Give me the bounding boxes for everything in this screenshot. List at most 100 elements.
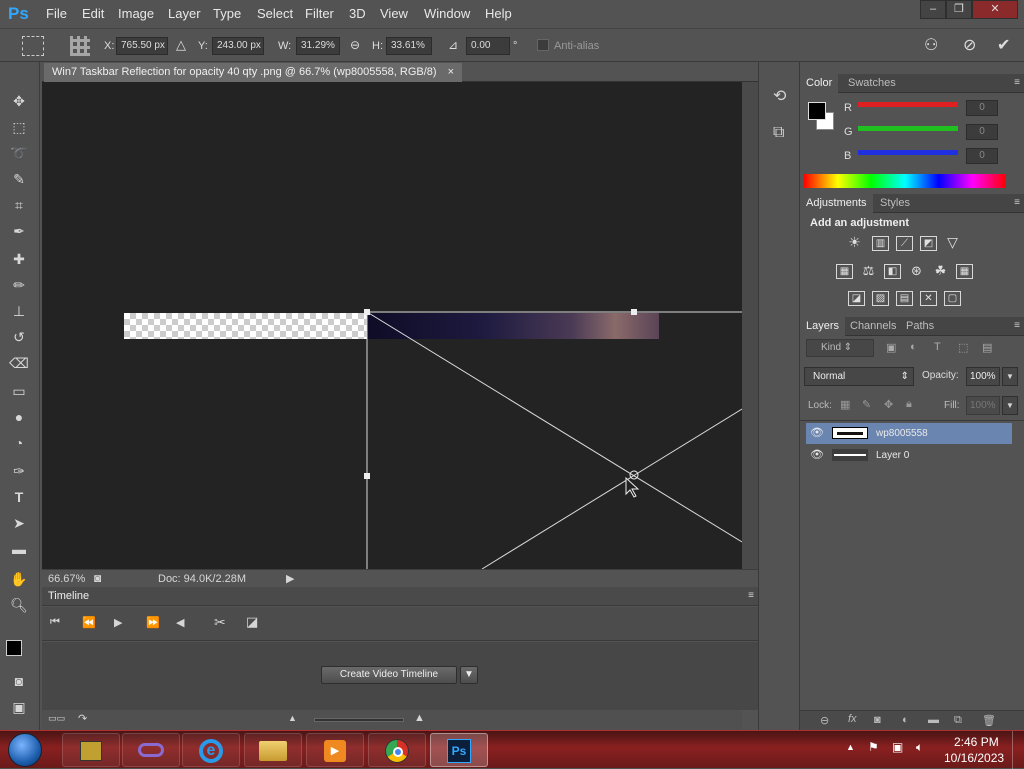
blur-tool-icon[interactable]: ● bbox=[8, 406, 30, 428]
zoom-in-timeline-icon[interactable]: ▲ bbox=[414, 712, 425, 724]
reference-point-icon[interactable] bbox=[70, 36, 90, 56]
gradient-tool-icon[interactable]: ▭ bbox=[8, 380, 30, 402]
convert-icon[interactable]: ↷ bbox=[78, 712, 87, 725]
clone-stamp-tool-icon[interactable]: ⊥ bbox=[8, 300, 30, 322]
opacity-field[interactable]: 100% bbox=[966, 367, 1000, 386]
layer-style-icon[interactable]: fx bbox=[848, 713, 857, 725]
filter-shape-icon[interactable]: ⬚ bbox=[958, 341, 968, 354]
next-frame-icon[interactable]: ⏩ bbox=[146, 616, 160, 629]
black-white-icon[interactable]: ◧ bbox=[884, 264, 901, 279]
menu-window[interactable]: Window bbox=[424, 6, 470, 21]
layer-filter-kind[interactable]: Kind ⇕ bbox=[806, 339, 874, 357]
g-slider[interactable] bbox=[858, 126, 958, 131]
transform-tool-icon[interactable] bbox=[22, 36, 44, 56]
menu-help[interactable]: Help bbox=[485, 6, 512, 21]
y-field[interactable]: 243.00 px bbox=[212, 37, 264, 55]
taskbar-chrome[interactable] bbox=[368, 733, 426, 767]
healing-brush-tool-icon[interactable]: ✚ bbox=[8, 248, 30, 270]
layer-row-layer-0[interactable]: 👁︎ Layer 0 bbox=[806, 445, 1012, 466]
new-layer-icon[interactable]: ⧉ bbox=[954, 714, 962, 727]
history-brush-tool-icon[interactable]: ↺ bbox=[8, 326, 30, 348]
action-center-icon[interactable]: ⚑ bbox=[868, 740, 879, 754]
x-field[interactable]: 765.50 px bbox=[116, 37, 168, 55]
taskbar-app-1[interactable] bbox=[62, 733, 120, 767]
lock-transparent-icon[interactable]: ▦ bbox=[840, 398, 850, 411]
screen-mode-icon[interactable]: ▣ bbox=[8, 696, 30, 718]
hue-saturation-icon[interactable]: ▦ bbox=[836, 264, 853, 279]
eyedropper-tool-icon[interactable]: ✒ bbox=[8, 220, 30, 242]
lock-pixels-icon[interactable]: ✎ bbox=[862, 398, 871, 411]
fill-field[interactable]: 100% bbox=[966, 396, 1000, 415]
canvas-vertical-scrollbar[interactable] bbox=[742, 82, 758, 569]
crop-tool-icon[interactable]: ⌗ bbox=[8, 194, 30, 216]
previous-frame-icon[interactable]: ⏪ bbox=[82, 616, 96, 629]
channel-mixer-icon[interactable]: ☘ bbox=[932, 264, 949, 279]
frame-mode-icon[interactable]: ▭▭ bbox=[48, 713, 65, 724]
hand-tool-icon[interactable]: ✋ bbox=[8, 568, 30, 590]
taskbar-internet-explorer[interactable]: e bbox=[182, 733, 240, 767]
show-desktop-button[interactable] bbox=[1012, 731, 1024, 769]
lock-all-icon[interactable]: 🔒︎ bbox=[906, 398, 912, 411]
taskbar-photoshop[interactable]: Ps bbox=[430, 733, 488, 767]
delete-layer-icon[interactable]: 🗑︎ bbox=[982, 714, 996, 727]
create-video-timeline-button[interactable]: Create Video Timeline bbox=[321, 666, 457, 684]
brightness-contrast-icon[interactable]: ☀ bbox=[846, 235, 863, 251]
path-selection-tool-icon[interactable]: ➤ bbox=[8, 512, 30, 534]
clock-time[interactable]: 2:46 PM bbox=[954, 735, 999, 749]
taskbar-file-explorer[interactable] bbox=[244, 733, 302, 767]
warp-icon[interactable]: ⚇ bbox=[924, 35, 938, 55]
zoom-tool-icon[interactable]: 🔍︎ bbox=[8, 594, 30, 616]
marquee-tool-icon[interactable]: ⬚ bbox=[8, 116, 30, 138]
first-frame-icon[interactable]: ⏮ bbox=[50, 616, 60, 629]
history-panel-icon[interactable]: ⟲ bbox=[773, 86, 786, 106]
link-icon[interactable]: ⊖ bbox=[350, 38, 360, 52]
dodge-tool-icon[interactable]: ◔ bbox=[8, 432, 30, 454]
fill-dropdown[interactable]: ▼ bbox=[1002, 396, 1018, 415]
tab-paths[interactable]: Paths bbox=[900, 317, 940, 336]
menu-view[interactable]: View bbox=[380, 6, 408, 21]
photo-filter-icon[interactable]: ⊛ bbox=[908, 264, 925, 279]
r-slider[interactable] bbox=[858, 102, 958, 107]
zoom-level[interactable]: 66.67% bbox=[48, 573, 85, 585]
menu-3d[interactable]: 3D bbox=[349, 6, 366, 21]
shape-tool-icon[interactable]: ▬ bbox=[8, 538, 30, 560]
filter-pixel-icon[interactable]: ▣ bbox=[886, 341, 896, 354]
restore-button[interactable]: ❐ bbox=[946, 0, 972, 19]
menu-filter[interactable]: Filter bbox=[305, 6, 334, 21]
g-value-field[interactable]: 0 bbox=[966, 124, 998, 140]
volume-icon[interactable]: 🔈︎ bbox=[916, 740, 923, 755]
color-balance-icon[interactable]: ⚖ bbox=[860, 264, 877, 279]
play-icon[interactable]: ▶ bbox=[114, 616, 122, 629]
document-tab-close-icon[interactable]: × bbox=[448, 66, 454, 78]
lasso-tool-icon[interactable]: ➰ bbox=[8, 142, 30, 164]
eraser-tool-icon[interactable]: ⌫ bbox=[8, 352, 30, 374]
color-fg-swatch[interactable] bbox=[808, 102, 826, 120]
clock-date[interactable]: 10/16/2023 bbox=[944, 751, 1004, 765]
tab-color[interactable]: Color bbox=[800, 74, 839, 93]
color-panel-menu-icon[interactable]: ≡ bbox=[1014, 77, 1020, 88]
menu-file[interactable]: File bbox=[46, 6, 67, 21]
tab-layers[interactable]: Layers bbox=[800, 317, 846, 336]
filter-type-icon[interactable]: T bbox=[934, 341, 941, 353]
r-value-field[interactable]: 0 bbox=[966, 100, 998, 116]
menu-select[interactable]: Select bbox=[257, 6, 293, 21]
opacity-dropdown[interactable]: ▼ bbox=[1002, 367, 1018, 386]
color-spectrum-bar[interactable] bbox=[804, 174, 1006, 188]
color-lookup-icon[interactable]: ▦ bbox=[956, 264, 973, 279]
menu-layer[interactable]: Layer bbox=[168, 6, 201, 21]
link-layers-icon[interactable]: ⊖ bbox=[820, 714, 829, 727]
pen-tool-icon[interactable]: ✑ bbox=[8, 460, 30, 482]
layer-row-wp8005558[interactable]: 👁︎ wp8005558 bbox=[806, 423, 1012, 444]
tab-swatches[interactable]: Swatches bbox=[842, 74, 902, 93]
adjustments-panel-menu-icon[interactable]: ≡ bbox=[1014, 197, 1020, 208]
filter-smart-icon[interactable]: ▤ bbox=[982, 341, 992, 354]
brush-tool-icon[interactable]: ✏ bbox=[8, 274, 30, 296]
timeline-mode-dropdown[interactable]: ▼ bbox=[460, 666, 478, 684]
add-mask-icon[interactable]: ◙ bbox=[874, 714, 881, 726]
vibrance-icon[interactable]: ▽ bbox=[944, 235, 961, 251]
blend-mode-select[interactable]: Normal ⇕ bbox=[804, 367, 914, 386]
show-hidden-icons[interactable]: ▲ bbox=[846, 742, 855, 752]
taskbar-media-player[interactable]: ▶ bbox=[306, 733, 364, 767]
layer-visibility-eye-icon[interactable]: 👁︎ bbox=[810, 426, 824, 439]
tab-adjustments[interactable]: Adjustments bbox=[800, 194, 873, 213]
